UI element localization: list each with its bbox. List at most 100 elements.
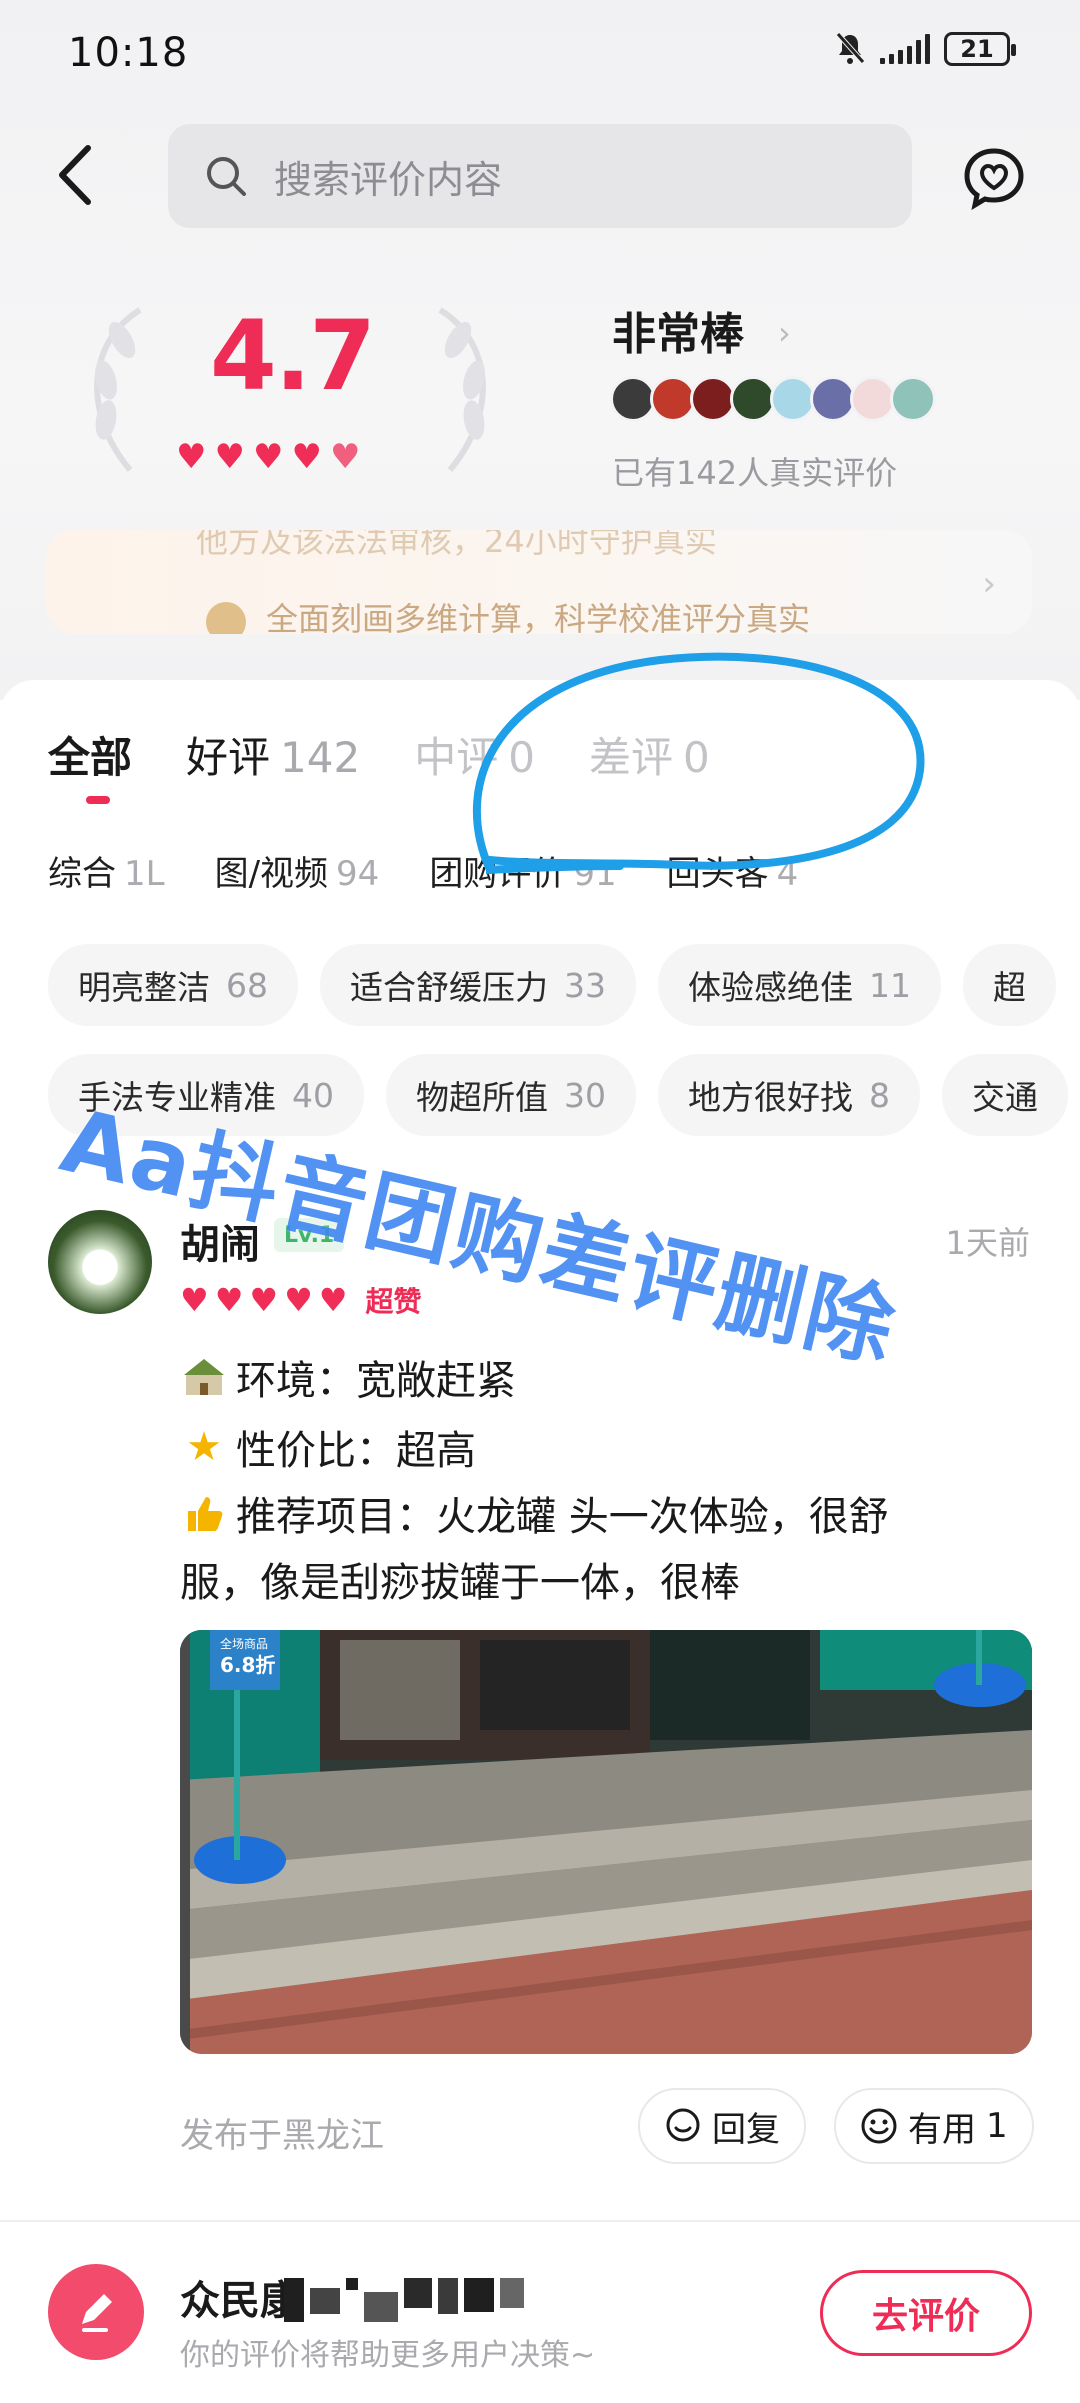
heart-icon: ♥ [318,1281,348,1319]
subtab-returning[interactable]: 回头客 4 [667,846,799,895]
review-text-line: 服，像是刮痧拔罐于一体，很棒 [180,1550,740,1608]
tag-chip[interactable]: 体验感绝佳 11 [658,944,941,1026]
heart-icon: ♥ [176,437,207,477]
tab-indicator [86,796,110,804]
chevron-right-icon: › [982,564,996,604]
heart-icon: ♥ [284,1281,313,1319]
status-time: 10:18 [68,30,189,76]
tag-chip[interactable]: 交通 [942,1054,1068,1136]
subtab-label: 团购评价 [429,854,566,894]
mute-bell-icon [836,32,865,64]
subtab-count: 4 [776,854,799,894]
heart-icon: ♥ [214,1281,244,1319]
tab-count: 0 [508,733,535,782]
info-line: 他方及该法法审核，24小时守护真实 [196,530,717,560]
heart-icon: ♥ [249,1281,279,1319]
back-button[interactable] [52,140,112,210]
avatar [890,376,936,422]
review-line-text: 性价比：超高 [236,1428,476,1474]
useful-button[interactable]: 有用 1 [834,2088,1034,2164]
heart-icon: ♥ [252,437,284,477]
chip-count: 30 [564,1075,606,1115]
star-icon: ★ [186,1424,222,1470]
signal-icon [880,34,930,64]
status-bar: 10:18 21 [0,0,1080,110]
reviewer-avatars [610,376,936,422]
chip-label: 交通 [972,1078,1038,1117]
tab-label: 全部 [48,733,133,782]
chip-label: 明亮整洁 [78,968,210,1007]
heart-icon: ♥ [180,1281,209,1319]
chip-count: 68 [226,965,268,1005]
chip-label: 物超所值 [416,1078,548,1117]
chip-label: 地方很好找 [688,1078,853,1117]
chip-label: 适合舒缓压力 [350,968,548,1007]
sort-subtabs: 综合 1L 图/视频 94 团购评价 91 回头客 4 [48,846,798,895]
subtab-overall[interactable]: 综合 1L [48,846,165,895]
write-review-button[interactable]: 去评价 [820,2270,1032,2356]
review-line-text: 环境：宽敞赶紧 [236,1358,516,1404]
subtab-count: 1L [124,854,165,894]
rating-tag: 超赞 [365,1285,422,1318]
review-rating: ♥ ♥ ♥ ♥ ♥ 超赞 [180,1280,421,1320]
heart-icon: ♥ [329,437,361,477]
photo-banner-line1: 全场商品 [220,1636,268,1651]
subtab-group-buy[interactable]: 团购评价 91 [429,846,616,895]
review-line-text: 服，像是刮痧拔罐于一体，很棒 [180,1560,740,1606]
tag-chip[interactable]: 明亮整洁 68 [48,944,298,1026]
tag-chip[interactable]: 超 [963,944,1056,1026]
chip-count: 40 [292,1075,334,1115]
review-text-line: ★ 性价比：超高 [180,1418,476,1476]
chip-label: 超 [993,968,1026,1007]
heart-chat-icon [964,148,1024,211]
chip-count: 33 [564,965,606,1005]
tab-all[interactable]: 全部 [48,724,132,785]
badge-icon [206,602,246,634]
subtab-label: 图/视频 [214,854,329,894]
heart-icon: ♥ [214,437,245,477]
review-count: 已有142人真实评价 [612,454,898,492]
tab-label: 好评 [186,733,271,782]
laurel-left-icon [94,307,142,472]
search-placeholder: 搜索评价内容 [274,157,503,202]
shop-name: 众民康 [180,2278,300,2324]
search-input[interactable]: 搜索评价内容 [168,124,912,228]
thumbs-up-icon [180,1489,228,1537]
mosaic-mask [284,2278,524,2322]
subtab-media[interactable]: 图/视频 94 [215,846,380,895]
chevron-right-icon[interactable]: › [778,314,791,352]
subtab-count: 94 [336,854,380,894]
useful-label: 有用 [908,2109,976,2150]
tag-chip[interactable]: 适合舒缓压力 33 [320,944,636,1026]
battery-icon: 21 [944,32,1016,66]
heart-icon: ♥ [291,437,322,477]
subtab-label: 回头客 [666,854,769,894]
trust-info-card[interactable]: 他方及该法法审核，24小时守护真实 全面刻画多维计算，科学校准评分真实 › [46,530,1032,634]
useful-count: 1 [986,2106,1008,2146]
favorite-chat-button[interactable] [962,146,1026,211]
rating-hearts: ♥ ♥ ♥ ♥ ♥ [176,440,360,474]
chip-count: 8 [869,1075,890,1115]
review-text-line: 环境：宽敞赶紧 [180,1348,516,1406]
tab-neutral[interactable]: 中评 0 [414,724,535,785]
rating-label[interactable]: 非常棒 [612,298,744,362]
battery-level: 21 [960,35,994,63]
storefront-photo: 全场商品 6.8折 [180,1630,1032,2054]
tab-label: 差评 [588,733,673,782]
tab-positive[interactable]: 好评 142 [186,724,360,785]
reply-button[interactable]: 回复 [638,2088,806,2164]
search-icon [207,157,246,196]
write-review-avatar[interactable] [48,2264,144,2360]
review-line-text: 推荐项目：火龙罐 头一次体验，很舒 [236,1494,889,1540]
reply-label: 回复 [712,2109,780,2150]
rating-score: 4.7 [210,300,376,412]
reviewer-avatar[interactable] [48,1210,152,1314]
tab-negative[interactable]: 差评 0 [589,724,710,785]
tag-chip[interactable]: 物超所值 30 [386,1054,636,1136]
subtab-label: 综合 [48,854,116,894]
tag-chip[interactable]: 地方很好找 8 [658,1054,920,1136]
house-icon [180,1353,228,1401]
pencil-icon [82,2294,112,2332]
review-photo[interactable]: 全场商品 6.8折 [180,1630,1032,2054]
tab-count: 0 [682,733,710,782]
